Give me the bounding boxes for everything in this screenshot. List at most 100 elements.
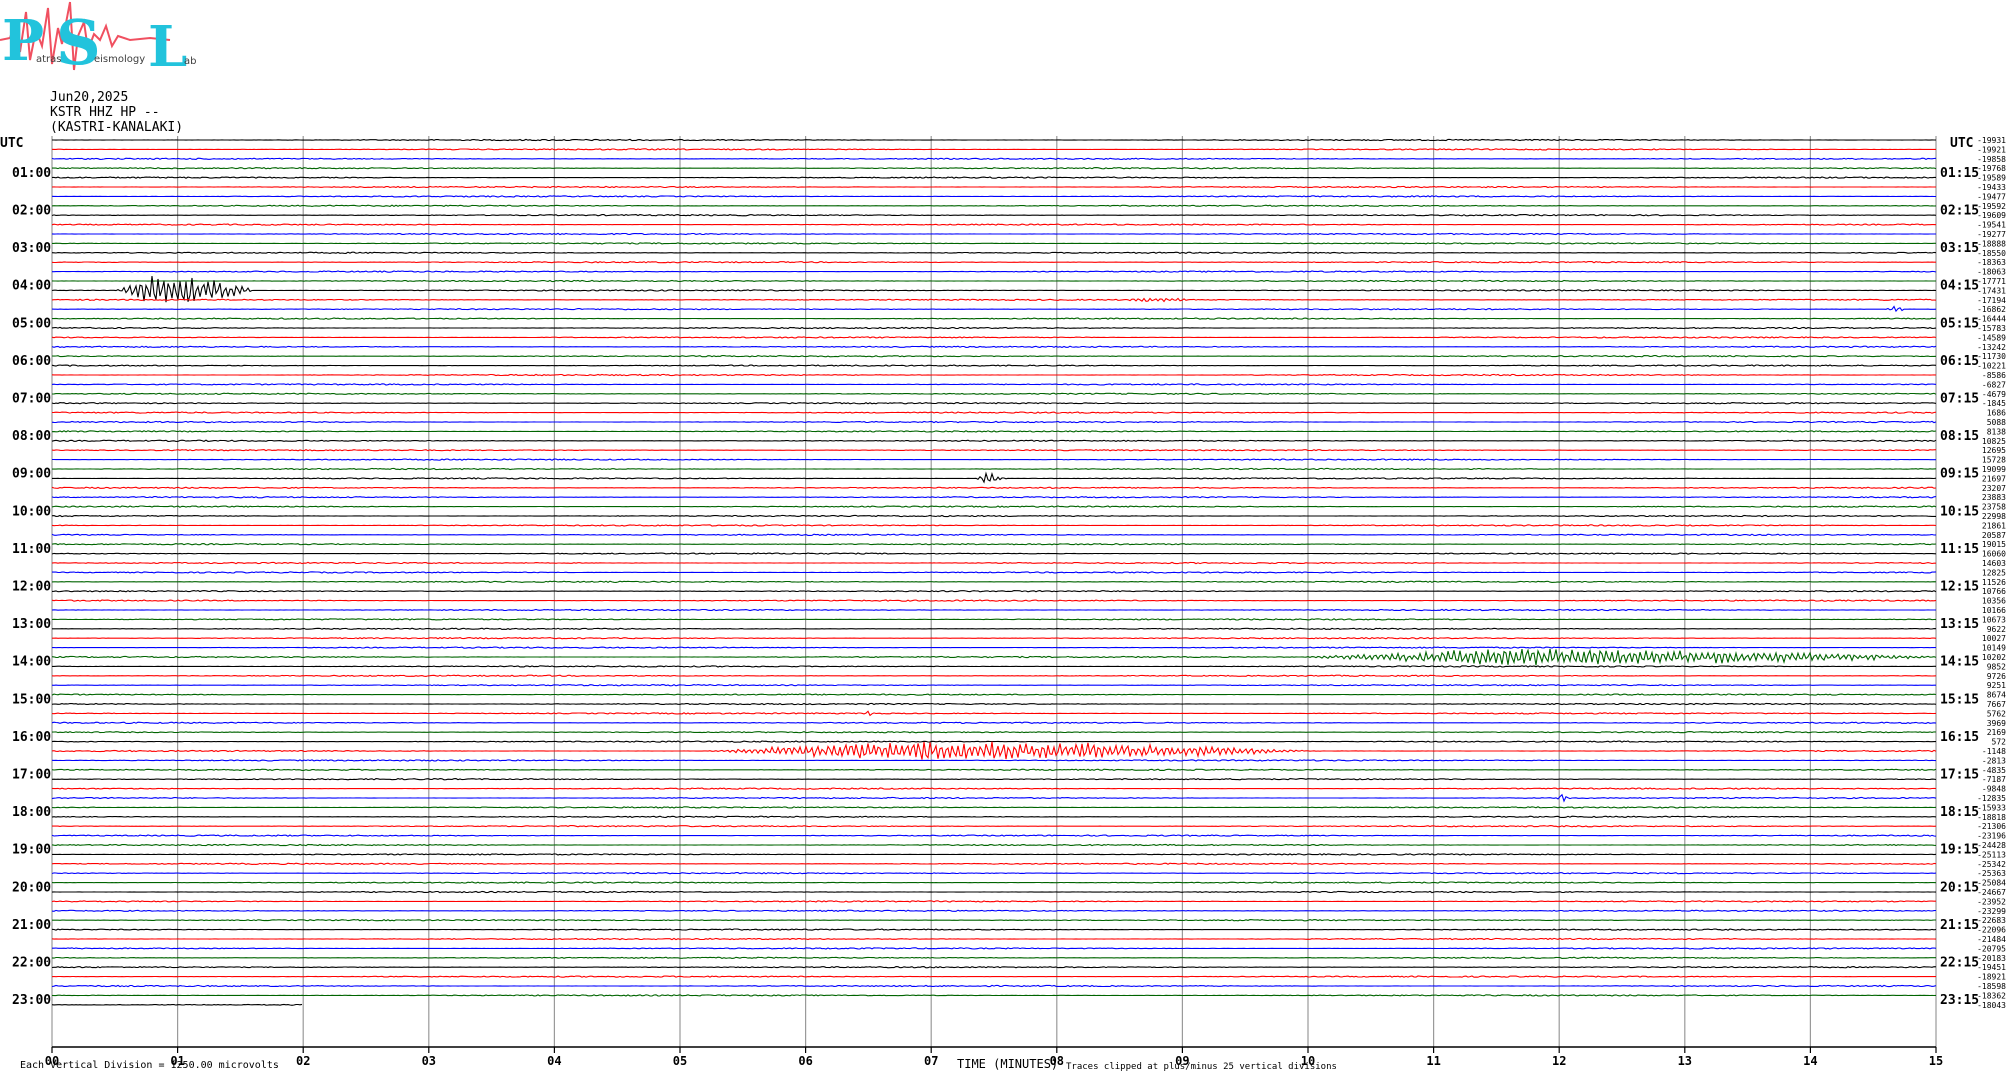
- trace-line: [51, 514, 1936, 518]
- trace-line: [51, 683, 1936, 687]
- trace-line: [51, 345, 1937, 349]
- right-hour-label: 11:15: [1940, 542, 1979, 557]
- trace-line: [52, 138, 1936, 142]
- trace-line: [51, 834, 1937, 837]
- trace-offset-label: -4679: [1982, 390, 2006, 399]
- trace-line: [51, 297, 1937, 303]
- trace-line: [52, 317, 1937, 320]
- right-hour-label: 02:15: [1940, 204, 1979, 219]
- trace-line: [51, 975, 1936, 978]
- right-hour-label: 18:15: [1940, 805, 1979, 820]
- trace-offset-label: -9848: [1982, 785, 2006, 794]
- trace-line: [51, 524, 1937, 527]
- trace-offset-label: -19592: [1977, 202, 2006, 211]
- trace-offset-label: -20183: [1977, 954, 2006, 963]
- trace-offset-label: 10766: [1982, 587, 2006, 596]
- trace-line: [52, 176, 1936, 179]
- trace-offset-label: -18043: [1977, 1001, 2006, 1010]
- trace-offset-label: 14603: [1982, 559, 2006, 568]
- trace-offset-label: -7187: [1982, 775, 2006, 784]
- trace-offset-label: 15728: [1982, 456, 2006, 465]
- trace-line: [52, 918, 1936, 922]
- left-hour-label: 08:00: [12, 429, 51, 444]
- trace-line: [51, 648, 1937, 666]
- trace-offset-label: -19931: [1977, 136, 2006, 145]
- trace-offset-label: -23952: [1977, 897, 2006, 906]
- trace-line: [51, 928, 1937, 931]
- trace-offset-label: 8674: [1987, 691, 2006, 700]
- axis-labels: UTC UTC TIME (MINUTES) 00 01 02 03 04 05 06 07 0…: [0, 136, 2006, 1071]
- trace-line: [51, 702, 1937, 706]
- right-hour-label: 13:15: [1940, 617, 1979, 632]
- trace-offset-label: -10221: [1977, 362, 2006, 371]
- trace-offset-label: 2169: [1987, 728, 2006, 737]
- trace-offset-label: 9251: [1987, 681, 2006, 690]
- trace-offset-label: 12695: [1982, 446, 2006, 455]
- trace-offset-label: -16444: [1977, 315, 2006, 324]
- trace-line: [51, 411, 1937, 414]
- trace-line: [51, 618, 1937, 621]
- trace-offset-label: -24428: [1977, 841, 2006, 850]
- trace-line: [51, 195, 1936, 198]
- left-hour-label: 16:00: [12, 730, 51, 745]
- trace-offset-label: -18063: [1977, 268, 2006, 277]
- right-hour-label: 22:15: [1940, 956, 1979, 971]
- trace-offset-label: -19433: [1977, 183, 2006, 192]
- trace-line: [51, 430, 1937, 433]
- right-hour-label: 03:15: [1940, 241, 1979, 256]
- trace-offset-label: -19921: [1977, 145, 2006, 154]
- trace-line: [51, 881, 1937, 884]
- right-hour-label: 07:15: [1940, 392, 1979, 407]
- trace-offset-label: -13242: [1977, 343, 2006, 352]
- trace-line: [51, 355, 1937, 358]
- trace-offset-label: 20587: [1982, 531, 2006, 540]
- trace-offset-label: -15933: [1977, 803, 2006, 812]
- trace-offset-label: -17431: [1977, 286, 2006, 295]
- trace-offset-label: -18598: [1977, 982, 2006, 991]
- trace-line: [51, 467, 1937, 471]
- trace-offset-label: -23299: [1977, 907, 2006, 916]
- right-hour-label: 04:15: [1940, 279, 1979, 294]
- trace-offset-label: -19451: [1977, 963, 2006, 972]
- trace-line: [51, 965, 1937, 969]
- trace-line: [51, 552, 1937, 555]
- trace-offset-label: 23883: [1982, 493, 2006, 502]
- trace-line: [51, 984, 1937, 988]
- trace-offset-label: 12825: [1982, 568, 2006, 577]
- trace-offset-label: -22683: [1977, 916, 2006, 925]
- trace-line: [51, 439, 1937, 443]
- minute-gridlines: [51, 136, 1937, 1053]
- left-hour-label: 21:00: [12, 918, 51, 933]
- trace-offset-label: -19768: [1977, 164, 2006, 173]
- trace-line: [51, 148, 1936, 151]
- trace-line: [51, 496, 1937, 499]
- trace-line: [52, 825, 1937, 828]
- trace-line: [51, 768, 1937, 772]
- right-hour-label: 15:15: [1940, 692, 1979, 707]
- trace-line: [51, 580, 1937, 584]
- right-hour-label: 20:15: [1940, 880, 1979, 895]
- trace-offset-label: -17194: [1977, 296, 2006, 305]
- trace-line: [51, 646, 1937, 649]
- trace-line: [52, 270, 1937, 273]
- right-hour-label: 10:15: [1940, 504, 1979, 519]
- right-hour-label: 01:15: [1940, 166, 1979, 181]
- trace-line: [51, 815, 1937, 819]
- trace-line: [51, 373, 1937, 377]
- left-hour-label: 06:00: [12, 354, 51, 369]
- trace-offset-label: -25363: [1977, 869, 2006, 878]
- trace-line: [51, 260, 1936, 264]
- right-hour-label: 08:15: [1940, 429, 1979, 444]
- trace-line: [51, 486, 1937, 489]
- trace-offset-label: 9622: [1987, 625, 2006, 634]
- trace-offset-label: -1845: [1982, 399, 2006, 408]
- trace-line: [51, 420, 1937, 424]
- trace-line: [51, 710, 1937, 717]
- x-tick-label: 06: [798, 1054, 812, 1068]
- left-hour-label: 22:00: [12, 956, 51, 971]
- trace-offset-label: -19858: [1977, 155, 2006, 164]
- trace-line: [51, 505, 1937, 508]
- x-tick-label: 15: [1929, 1054, 1943, 1068]
- right-hour-label: 17:15: [1940, 768, 1979, 783]
- trace-offset-label: -21484: [1977, 935, 2006, 944]
